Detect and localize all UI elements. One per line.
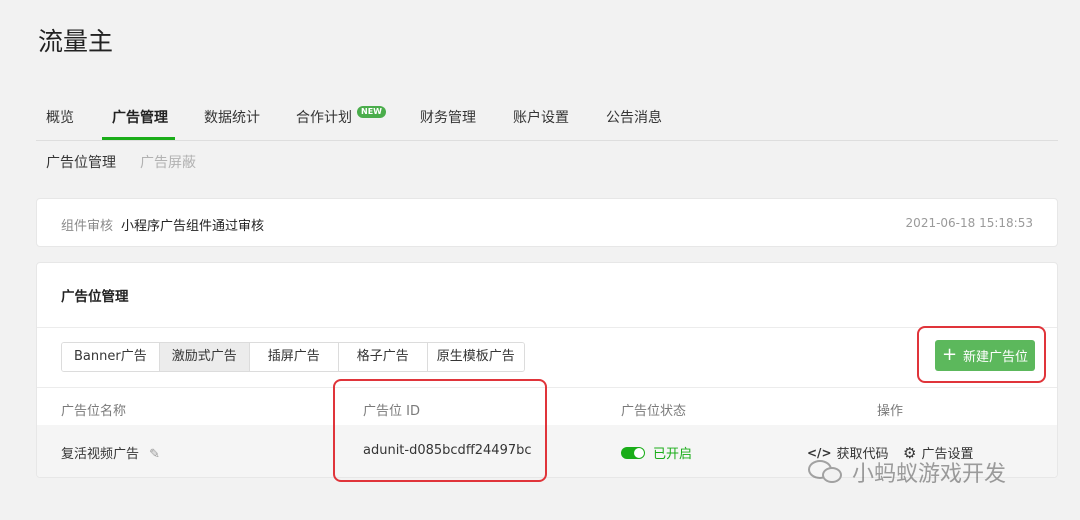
status-cell: 已开启	[621, 443, 692, 462]
ad-unit-panel: 广告位管理 Banner广告 激励式广告 插屏广告 格子广告 原生模板广告 + …	[36, 262, 1058, 478]
tab-native-template-ad[interactable]: 原生模板广告	[427, 343, 524, 371]
divider	[37, 327, 1057, 328]
ad-unit-name-cell: 复活视频广告 ✎	[61, 443, 160, 462]
tab-data-statistics[interactable]: 数据统计	[204, 98, 260, 141]
subtab-ad-blocking[interactable]: 广告屏蔽	[140, 152, 196, 172]
watermark: 小蚂蚁游戏开发	[806, 456, 1006, 488]
tab-ad-management[interactable]: 广告管理	[112, 98, 168, 141]
page-title: 流量主	[38, 27, 114, 56]
column-header-id: 广告位 ID	[363, 404, 420, 419]
tab-interstitial-ad[interactable]: 插屏广告	[249, 343, 339, 371]
status-text: 已开启	[653, 447, 693, 462]
tab-grid-ad[interactable]: 格子广告	[338, 343, 428, 371]
new-ad-unit-label: 新建广告位	[963, 350, 1029, 365]
divider	[37, 387, 1057, 388]
active-tab-indicator	[102, 137, 175, 140]
main-nav: 概览 广告管理 数据统计 合作计划 财务管理 账户设置 公告消息	[36, 98, 1058, 141]
panel-title: 广告位管理	[61, 289, 129, 305]
pencil-icon[interactable]: ✎	[149, 447, 160, 462]
status-toggle[interactable]	[621, 446, 645, 459]
review-label: 组件审核	[61, 219, 114, 234]
column-header-status: 广告位状态	[621, 404, 687, 419]
review-text: 小程序广告组件通过审核	[121, 219, 265, 234]
review-notice-card: 组件审核 小程序广告组件通过审核 2021-06-18 15:18:53	[36, 198, 1058, 247]
tab-account-settings[interactable]: 账户设置	[513, 98, 569, 141]
tab-finance[interactable]: 财务管理	[420, 98, 476, 141]
tab-announcements[interactable]: 公告消息	[606, 98, 662, 141]
plus-icon: +	[941, 343, 958, 365]
subtab-ad-unit-management[interactable]: 广告位管理	[46, 152, 116, 172]
watermark-text: 小蚂蚁游戏开发	[852, 462, 1007, 487]
tab-overview[interactable]: 概览	[46, 98, 74, 141]
tab-cooperation-plan[interactable]: 合作计划	[296, 98, 352, 141]
ad-unit-id: adunit-d085bcdff24497bc	[363, 443, 532, 458]
new-ad-unit-button[interactable]: + 新建广告位	[935, 340, 1035, 371]
tab-banner-ad[interactable]: Banner广告	[62, 343, 160, 371]
wechat-icon	[806, 458, 846, 486]
review-timestamp: 2021-06-18 15:18:53	[905, 216, 1033, 230]
ad-unit-name: 复活视频广告	[61, 447, 140, 462]
ad-type-tabs: Banner广告 激励式广告 插屏广告 格子广告 原生模板广告	[61, 342, 525, 372]
tab-rewarded-ad[interactable]: 激励式广告	[159, 343, 250, 371]
column-header-actions: 操作	[877, 404, 904, 419]
new-badge: NEW	[357, 106, 386, 118]
column-header-name: 广告位名称	[61, 404, 127, 419]
